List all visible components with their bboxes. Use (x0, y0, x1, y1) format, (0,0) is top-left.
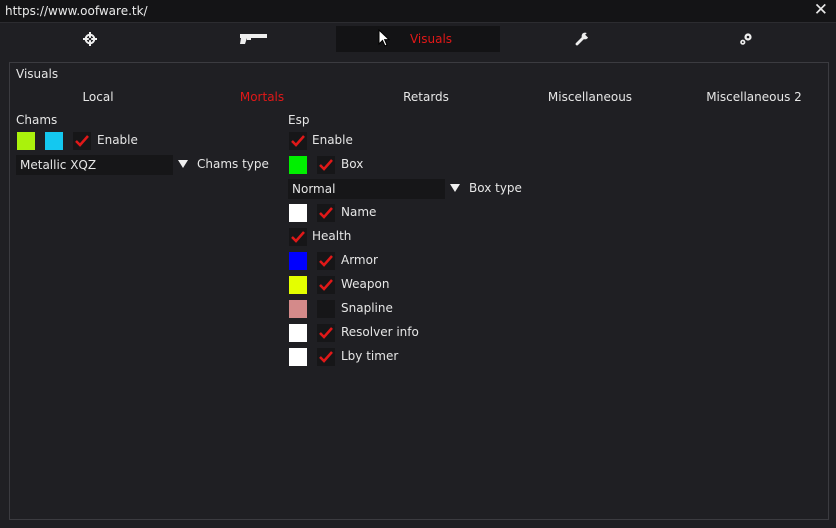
chams-type-dropdown[interactable]: Metallic XQZ (16, 155, 173, 175)
gears-icon (740, 33, 752, 45)
weapon-color-swatch[interactable] (289, 276, 307, 294)
name-label: Name (341, 205, 377, 219)
subtab-retards[interactable]: Retards (344, 87, 508, 107)
subtab-miscellaneous-2[interactable]: Miscellaneous 2 (672, 87, 836, 107)
box-label: Box (341, 157, 364, 171)
tab-aimbot[interactable] (8, 26, 172, 52)
checkmark-icon (319, 207, 333, 219)
checkmark-icon (319, 255, 333, 267)
box-type-dropdown[interactable]: Normal (288, 179, 445, 199)
box-type-value: Normal (292, 182, 336, 196)
crosshair-icon (83, 32, 97, 46)
box-type-arrow-icon[interactable] (450, 184, 460, 192)
esp-health-row: Health (289, 227, 489, 247)
tab-misc[interactable] (500, 26, 664, 52)
snapline-checkbox[interactable] (317, 300, 335, 318)
box-type-row: Normal Box type (288, 179, 548, 199)
lby-label: Lby timer (341, 349, 399, 363)
lby-checkbox[interactable] (317, 348, 335, 366)
esp-enable-label: Enable (312, 133, 353, 147)
chams-color-1-swatch[interactable] (17, 132, 35, 150)
wrench-icon (575, 32, 589, 46)
checkmark-icon (291, 231, 305, 243)
esp-lby-row: Lby timer (289, 347, 489, 367)
chams-enable-label: Enable (97, 133, 138, 147)
lby-color-swatch[interactable] (289, 348, 307, 366)
window-title: https://www.oofware.tk/ (5, 4, 148, 18)
weapon-label: Weapon (341, 277, 390, 291)
chams-enable-row: Enable (17, 131, 217, 151)
health-checkbox[interactable] (289, 228, 307, 246)
checkmark-icon (319, 351, 333, 363)
armor-color-swatch[interactable] (289, 252, 307, 270)
armor-label: Armor (341, 253, 378, 267)
subtab-miscellaneous[interactable]: Miscellaneous (508, 87, 672, 107)
checkmark-icon (291, 135, 305, 147)
window-titlebar: https://www.oofware.tk/ ✕ (0, 0, 836, 23)
subtab-local[interactable]: Local (16, 87, 180, 107)
name-color-swatch[interactable] (289, 204, 307, 222)
box-color-swatch[interactable] (289, 156, 307, 174)
esp-section-title: Esp (288, 113, 310, 127)
resolver-checkbox[interactable] (317, 324, 335, 342)
health-label: Health (312, 229, 352, 243)
armor-checkbox[interactable] (317, 252, 335, 270)
chams-section-title: Chams (16, 113, 58, 127)
tab-visuals-label: Visuals (409, 32, 453, 46)
esp-armor-row: Armor (289, 251, 489, 271)
checkmark-icon (319, 327, 333, 339)
panel-title: Visuals (16, 67, 59, 81)
snapline-label: Snapline (341, 301, 393, 315)
chams-enable-checkbox[interactable] (73, 132, 91, 150)
chams-color-2-swatch[interactable] (45, 132, 63, 150)
visuals-panel: Visuals Local Mortals Retards Miscellane… (9, 62, 829, 520)
name-checkbox[interactable] (317, 204, 335, 222)
pistol-icon (240, 34, 267, 44)
resolver-color-swatch[interactable] (289, 324, 307, 342)
box-checkbox[interactable] (317, 156, 335, 174)
chams-type-value: Metallic XQZ (20, 158, 97, 172)
checkmark-icon (75, 135, 89, 147)
esp-name-row: Name (289, 203, 489, 223)
tab-visuals[interactable]: Visuals (336, 26, 500, 52)
tab-weapons[interactable] (172, 26, 336, 52)
snapline-color-swatch[interactable] (289, 300, 307, 318)
resolver-label: Resolver info (341, 325, 419, 339)
subtab-bar: Local Mortals Retards Miscellaneous Misc… (10, 87, 828, 107)
esp-snapline-row: Snapline (289, 299, 489, 319)
esp-enable-row: Enable (289, 131, 489, 151)
esp-weapon-row: Weapon (289, 275, 489, 295)
box-type-label: Box type (469, 181, 522, 195)
subtab-mortals[interactable]: Mortals (180, 87, 344, 107)
esp-resolver-row: Resolver info (289, 323, 489, 343)
weapon-checkbox[interactable] (317, 276, 335, 294)
top-tabbar: Visuals (0, 26, 836, 54)
esp-box-row: Box (289, 155, 489, 175)
close-icon[interactable]: ✕ (814, 1, 828, 19)
mouse-cursor-icon (378, 29, 390, 47)
chams-type-row: Metallic XQZ Chams type (16, 155, 286, 175)
checkmark-icon (319, 159, 333, 171)
checkmark-icon (319, 279, 333, 291)
tab-settings[interactable] (664, 26, 828, 52)
chams-type-arrow-icon[interactable] (178, 160, 188, 168)
chams-type-label: Chams type (197, 157, 269, 171)
esp-enable-checkbox[interactable] (289, 132, 307, 150)
